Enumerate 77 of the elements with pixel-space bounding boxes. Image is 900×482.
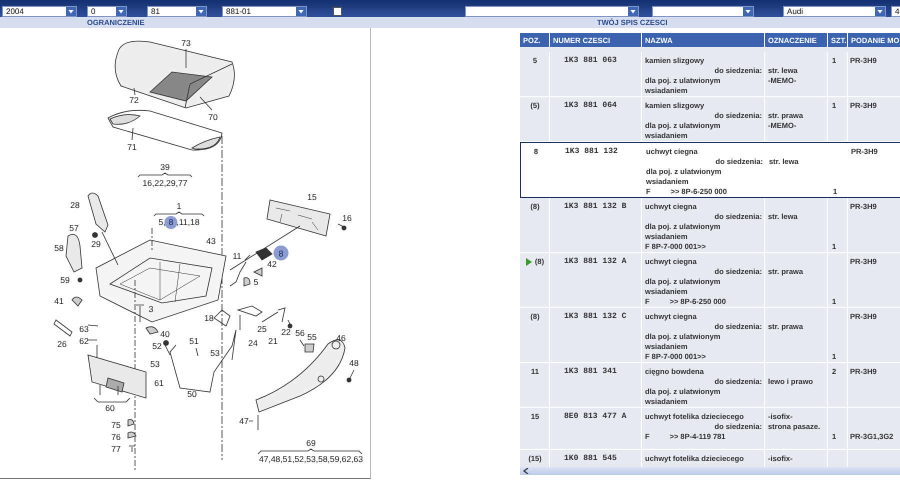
callout-number: 3: [148, 304, 154, 314]
callout-number: 73: [181, 38, 191, 48]
callout-number: 24: [248, 338, 258, 348]
callout-number: 57: [69, 223, 79, 233]
callout-number: 28: [70, 200, 80, 210]
part-number: 1K3 881 132 C: [563, 312, 628, 322]
callout-numbers: 47,48,51,52,53,58,59,62,63: [259, 454, 363, 464]
callout-number: 1: [176, 201, 182, 211]
callout-number: 55: [307, 332, 317, 342]
callout-numbers: 16,22,29,77: [142, 178, 188, 188]
callout-number: 25: [257, 324, 267, 334]
callout-number: 72: [129, 95, 139, 105]
part-number: 1K3 881 132: [564, 147, 619, 157]
part-number: 8E0 813 477 A: [563, 412, 628, 422]
callout-number: 60: [105, 403, 115, 413]
part-number: 1K3 881 341: [563, 367, 618, 377]
caret-icon[interactable]: [875, 6, 885, 16]
callout-number: 63: [79, 324, 89, 334]
caret-icon[interactable]: [196, 6, 206, 16]
dropdown-field[interactable]: [652, 6, 754, 16]
callout-number: 69: [306, 438, 316, 448]
callout-number: 47: [239, 416, 249, 426]
callout-number: 70: [208, 112, 218, 122]
dropdown-field[interactable]: 2004: [2, 6, 77, 16]
callout-number: 62: [79, 336, 89, 346]
callout-number: 59: [60, 275, 70, 285]
callout-number: 5: [254, 277, 258, 287]
callout-number: 26: [57, 339, 67, 349]
callout-number: 51: [189, 336, 199, 346]
callout-number: 29: [91, 239, 101, 249]
callout-numbers: 5,: [158, 217, 166, 227]
callout-number: 61: [154, 378, 164, 388]
dropdown-field[interactable]: Audi: [783, 6, 886, 16]
dropdown-field[interactable]: 81: [147, 6, 207, 16]
dropdown-field[interactable]: [465, 6, 639, 16]
callout-number: 43: [206, 236, 216, 246]
callout-number: 16: [342, 213, 352, 223]
callout-number: 11: [232, 251, 242, 261]
callout-number: 77: [111, 444, 121, 454]
callout-number: 52: [152, 341, 162, 351]
callout-number: 39: [160, 162, 170, 172]
callout-number: 53: [150, 359, 160, 369]
checkbox[interactable]: [333, 6, 342, 16]
horizontal-scrollbar[interactable]: [520, 467, 900, 475]
callout-number: 71: [127, 142, 137, 152]
part-number: 1K3 881 063: [563, 56, 618, 66]
part-number: 1K0 881 545: [563, 454, 618, 464]
callout-number: 75: [111, 420, 121, 430]
callout-number: 56: [295, 328, 305, 338]
part-number: 1K3 881 132 B: [563, 202, 628, 212]
callout-number: 76: [111, 432, 121, 442]
callout-number: 58: [54, 243, 64, 253]
scroll-left-icon[interactable]: [523, 468, 529, 474]
callout-number: 53: [210, 348, 220, 358]
highlighted-callout-number: 8: [274, 246, 288, 260]
callout-number: 46: [336, 333, 346, 343]
callout-number: 42: [267, 259, 277, 269]
caret-icon[interactable]: [116, 6, 126, 16]
highlighted-callout-number: 8: [164, 216, 178, 228]
callout-number: 48: [349, 358, 359, 368]
callout-number: 50: [187, 389, 197, 399]
caret-icon[interactable]: [296, 6, 306, 16]
callout-numbers: ,11,18: [176, 217, 200, 227]
callout-number: 40: [160, 329, 170, 339]
dropdown-field[interactable]: 0: [87, 6, 127, 16]
callout-number: 22: [281, 327, 291, 337]
dropdown-field[interactable]: 881-01: [222, 6, 307, 16]
part-number: 1K3 881 064: [563, 101, 618, 111]
part-number: 1K3 881 132 A: [563, 257, 628, 267]
dropdown-field[interactable]: 4: [891, 6, 900, 16]
caret-icon[interactable]: [743, 6, 753, 16]
callout-number: 41: [54, 296, 64, 306]
callout-number: 18: [204, 313, 214, 323]
caret-icon[interactable]: [66, 6, 76, 16]
caret-icon[interactable]: [628, 6, 638, 16]
callout-number: 15: [307, 192, 317, 202]
callout-number: 21: [268, 336, 278, 346]
